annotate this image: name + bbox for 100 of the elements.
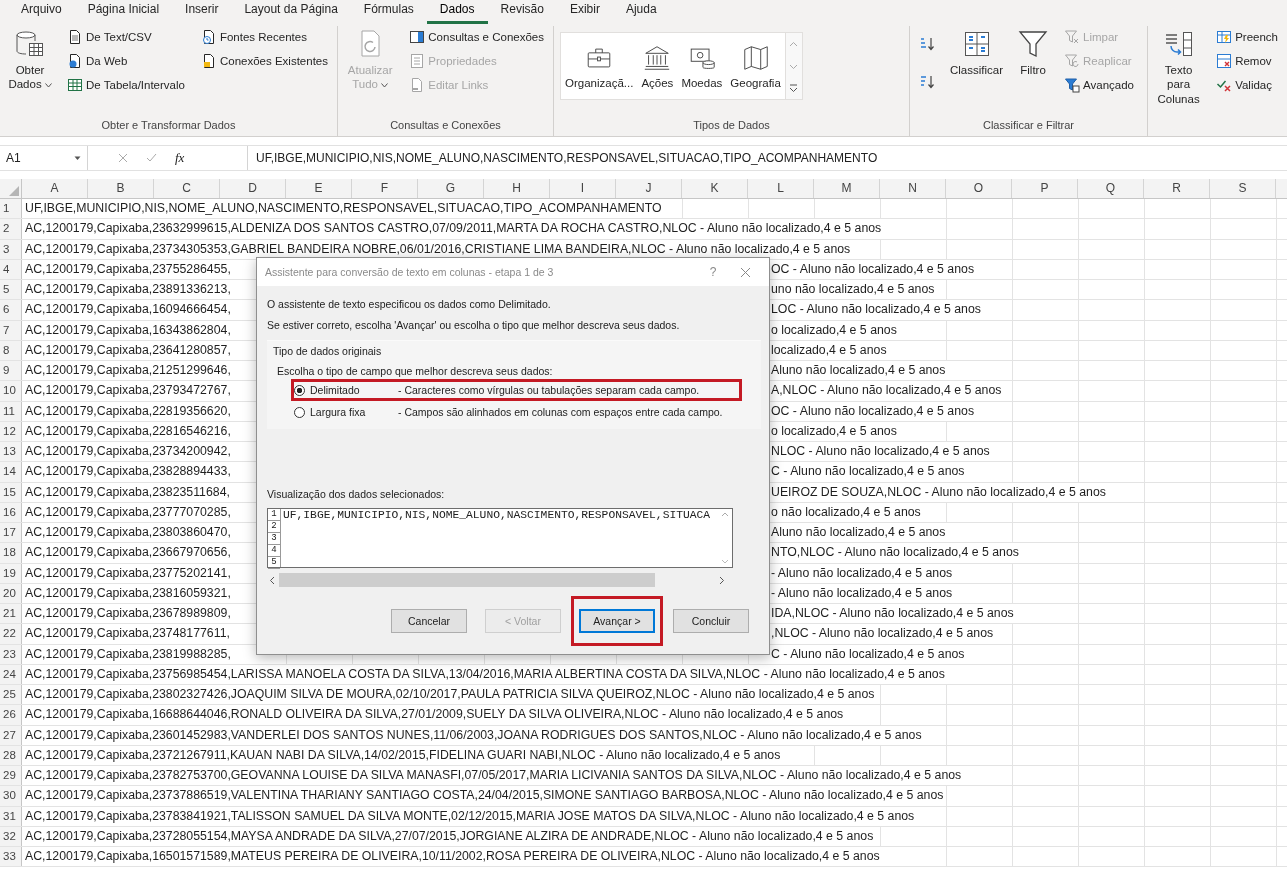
row-number[interactable]: 25 (0, 685, 22, 705)
scroll-up-icon[interactable] (789, 39, 799, 49)
insert-function-button[interactable]: fx (175, 150, 185, 166)
data-type-button[interactable]: Moedas (677, 41, 727, 91)
row-number[interactable]: 26 (0, 705, 22, 725)
ribbon-tab[interactable]: Inserir (172, 1, 232, 24)
formula-field[interactable]: UF,IBGE,MUNICIPIO,NIS,NOME_ALUNO,NASCIMENTO,RESPONSAVEL,SITUACAO,TIPO_ACOMPANHAMENTO (248, 151, 878, 165)
dialog-button[interactable]: Concluir (673, 609, 749, 633)
row-number[interactable]: 31 (0, 806, 22, 826)
ribbon-button[interactable]: Fontes Recentes (197, 26, 331, 48)
radio-button[interactable] (294, 406, 305, 418)
close-icon[interactable] (740, 266, 751, 278)
ribbon-tab[interactable]: Dados (426, 1, 488, 24)
row-number[interactable]: 22 (0, 624, 22, 644)
ribbon-button[interactable]: Validaç (1213, 74, 1281, 96)
row-number[interactable]: 3 (0, 239, 22, 259)
column-header[interactable]: S (1210, 179, 1276, 198)
row-number[interactable]: 2 (0, 219, 22, 239)
column-header[interactable]: C (154, 179, 220, 198)
row-number[interactable]: 5 (0, 280, 22, 300)
row-number[interactable]: 18 (0, 543, 22, 563)
column-header[interactable]: D (220, 179, 286, 198)
ribbon-button[interactable]: Conexões Existentes (197, 50, 331, 72)
row-number[interactable]: 12 (0, 421, 22, 441)
ribbon-tab[interactable]: Ajuda (612, 1, 670, 24)
row-number[interactable]: 1 (0, 199, 22, 219)
column-header[interactable]: H (484, 179, 550, 198)
ribbon-button[interactable]: Avançado (1061, 74, 1137, 96)
row-number[interactable]: 10 (0, 381, 22, 401)
ribbon-tab[interactable]: Revisão (487, 1, 557, 24)
ribbon-button[interactable]: Remov (1213, 50, 1281, 72)
column-header[interactable]: A (22, 179, 88, 198)
ribbon-button[interactable]: Da Web (64, 50, 188, 72)
radio-option[interactable]: Delimitado - Caracteres como vírgulas ou tabulações separam cada campo. (294, 382, 739, 398)
ribbon-button[interactable]: Classificar (948, 26, 1006, 80)
more-icon[interactable] (789, 83, 799, 93)
scroll-right-icon[interactable] (719, 575, 725, 585)
row-number[interactable]: 28 (0, 745, 22, 765)
radio-option[interactable]: Largura fixa - Campos são alinhados em colunas com espaços entre cada campo. (294, 404, 739, 420)
row-number[interactable]: 8 (0, 340, 22, 360)
column-header[interactable]: G (418, 179, 484, 198)
row-number[interactable]: 14 (0, 462, 22, 482)
row-number[interactable]: 17 (0, 523, 22, 543)
column-header[interactable]: R (1144, 179, 1210, 198)
data-type-button[interactable]: Geografia (726, 41, 785, 91)
row-number[interactable]: 11 (0, 401, 22, 421)
row-number[interactable]: 32 (0, 826, 22, 846)
row-number[interactable]: 21 (0, 604, 22, 624)
row-number[interactable]: 7 (0, 320, 22, 340)
row-number[interactable]: 27 (0, 725, 22, 745)
row-number[interactable]: 23 (0, 644, 22, 664)
ribbon-button[interactable]: Filtro (1015, 26, 1052, 80)
ribbon-tab[interactable]: Layout da Página (231, 1, 351, 24)
ribbon-tab[interactable]: Página Inicial (74, 1, 173, 24)
scrollbar-thumb[interactable] (279, 573, 655, 587)
row-number[interactable]: 13 (0, 442, 22, 462)
radio-button[interactable] (294, 384, 305, 396)
column-header[interactable]: J (616, 179, 682, 198)
ribbon-tab[interactable]: Arquivo (8, 1, 75, 24)
row-number[interactable]: 30 (0, 786, 22, 806)
column-header[interactable]: P (1012, 179, 1078, 198)
ribbon-button[interactable]: Consultas e Conexões (406, 26, 547, 48)
help-button[interactable]: ? (696, 265, 730, 279)
row-number[interactable]: 19 (0, 563, 22, 583)
row-number[interactable]: 24 (0, 664, 22, 684)
column-header[interactable]: B (88, 179, 154, 198)
ribbon-button[interactable]: Obter Dados (6, 26, 55, 94)
data-type-button[interactable]: Ações (637, 41, 678, 91)
column-header[interactable]: N (880, 179, 946, 198)
ribbon-tab[interactable]: Exibir (556, 1, 613, 24)
ribbon-tab[interactable]: Fórmulas (350, 1, 427, 24)
cancel-icon[interactable] (118, 153, 128, 163)
row-number[interactable]: 6 (0, 300, 22, 320)
column-header[interactable]: I (550, 179, 616, 198)
row-number[interactable]: 4 (0, 259, 22, 279)
column-header[interactable]: M (814, 179, 880, 198)
ribbon-button[interactable]: Preench (1213, 26, 1281, 48)
check-icon[interactable] (146, 153, 157, 163)
scroll-up-icon[interactable] (721, 511, 729, 517)
row-number[interactable]: 9 (0, 361, 22, 381)
dialog-button[interactable]: Cancelar (391, 609, 467, 633)
ribbon-button[interactable]: De Tabela/Intervalo (64, 74, 188, 96)
row-number[interactable]: 15 (0, 482, 22, 502)
column-header[interactable]: Q (1078, 179, 1144, 198)
row-number[interactable]: 29 (0, 766, 22, 786)
column-header[interactable]: F (352, 179, 418, 198)
name-box[interactable]: A1 (0, 146, 88, 170)
row-number[interactable]: 33 (0, 847, 22, 867)
ribbon-button[interactable]: Texto para Colunas (1154, 26, 1204, 109)
row-number[interactable]: 20 (0, 583, 22, 603)
ribbon-button[interactable]: De Text/CSV (64, 26, 188, 48)
scroll-left-icon[interactable] (269, 575, 275, 585)
scroll-down-icon[interactable] (721, 559, 729, 565)
column-header[interactable]: K (682, 179, 748, 198)
row-number[interactable]: 16 (0, 502, 22, 522)
column-header[interactable]: L (748, 179, 814, 198)
column-header[interactable]: E (286, 179, 352, 198)
column-header[interactable]: O (946, 179, 1012, 198)
data-type-button[interactable]: Organizaçã... (561, 41, 638, 91)
dialog-button[interactable]: Avançar > (579, 609, 655, 633)
